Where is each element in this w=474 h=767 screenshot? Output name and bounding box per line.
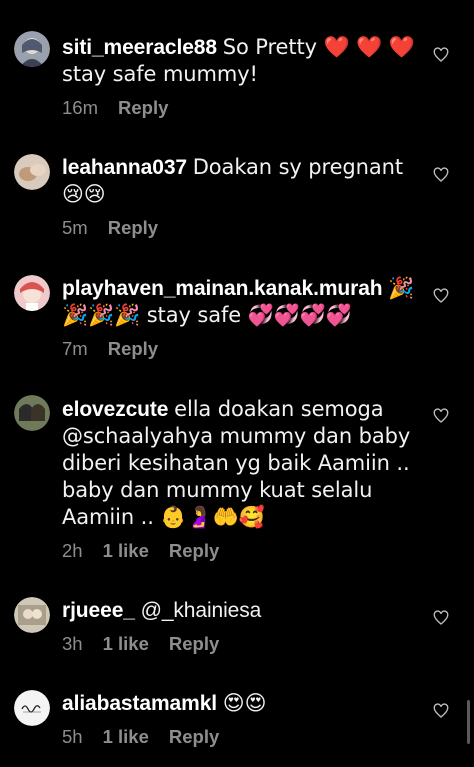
reply-button[interactable]: Reply: [108, 217, 158, 239]
avatar[interactable]: [14, 690, 50, 726]
comment-meta: 7m Reply: [62, 338, 158, 360]
heart-outline-icon[interactable]: [433, 703, 449, 719]
comment-text: rjueee_ @_khainiesa: [62, 597, 417, 624]
comment-text: playhaven_mainan.kanak.murah 🎉🎉🎉🎉 stay s…: [62, 275, 417, 329]
heart-outline-icon[interactable]: [433, 610, 449, 626]
heart-outline-icon[interactable]: [433, 408, 449, 424]
comment-meta: 5h 1 like Reply: [62, 726, 219, 748]
comment-meta: 16m Reply: [62, 97, 168, 119]
comment-time: 16m: [62, 97, 98, 118]
comment-time: 5h: [62, 726, 83, 747]
comment-time: 3h: [62, 633, 83, 654]
avatar[interactable]: [14, 154, 50, 190]
reply-button[interactable]: Reply: [118, 97, 168, 119]
comment-text: elovezcute ella doakan semoga @schaalyah…: [62, 396, 417, 531]
reply-button[interactable]: Reply: [169, 633, 219, 655]
comment-text: siti_meeracle88 So Pretty ❤️ ❤️ ❤️ stay …: [62, 34, 417, 88]
comment-username[interactable]: leahanna037: [62, 156, 187, 179]
comment-username[interactable]: siti_meeracle88: [62, 36, 217, 59]
comment-username[interactable]: rjueee_: [62, 599, 135, 622]
avatar[interactable]: [14, 395, 50, 431]
avatar[interactable]: [14, 31, 50, 67]
comment-time: 5m: [62, 217, 88, 238]
reply-button[interactable]: Reply: [108, 338, 158, 360]
comment-username[interactable]: playhaven_mainan.kanak.murah: [62, 277, 383, 300]
likes-count[interactable]: 1 like: [103, 633, 149, 655]
comment-time: 2h: [62, 540, 83, 561]
likes-count[interactable]: 1 like: [103, 726, 149, 748]
likes-count[interactable]: 1 like: [103, 540, 149, 562]
comment-body: 😍😍: [222, 691, 267, 715]
heart-outline-icon[interactable]: [433, 47, 449, 63]
comment-username[interactable]: elovezcute: [62, 398, 168, 421]
comment-body: @_khainiesa: [140, 599, 262, 622]
reply-button[interactable]: Reply: [169, 726, 219, 748]
comment-text: aliabastamamkl 😍😍: [62, 690, 417, 717]
comment-meta: 2h 1 like Reply: [62, 540, 219, 562]
reply-button[interactable]: Reply: [169, 540, 219, 562]
comment-meta: 5m Reply: [62, 217, 158, 239]
comment-meta: 3h 1 like Reply: [62, 633, 219, 655]
avatar[interactable]: [14, 275, 50, 311]
comment-username[interactable]: aliabastamamkl: [62, 692, 217, 715]
heart-outline-icon[interactable]: [433, 288, 449, 304]
heart-outline-icon[interactable]: [433, 167, 449, 183]
comment-time: 7m: [62, 338, 88, 359]
avatar[interactable]: [14, 597, 50, 633]
scrollbar[interactable]: [467, 700, 470, 744]
comment-text: leahanna037 Doakan sy pregnant 😢😢: [62, 154, 417, 208]
